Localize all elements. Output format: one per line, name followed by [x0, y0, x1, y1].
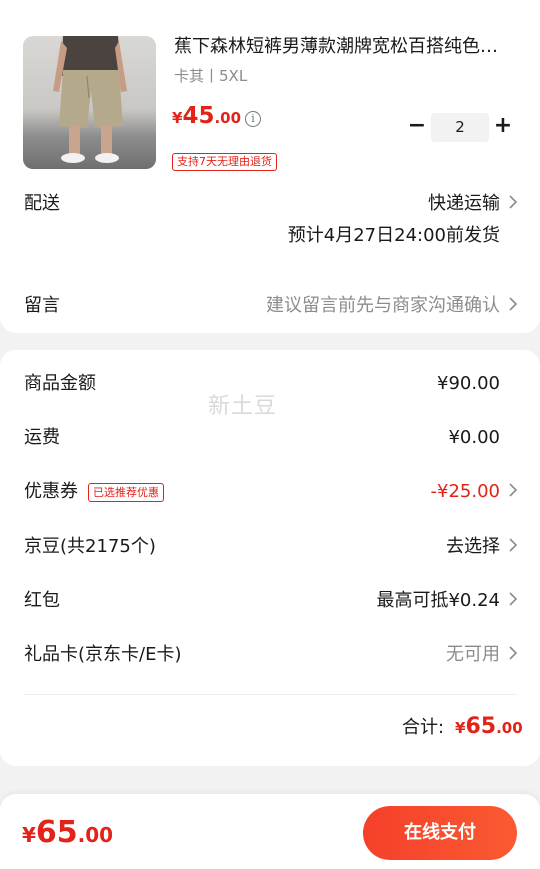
jd-beans-value[interactable]: 去选择	[446, 535, 500, 559]
coupon-label: 优惠券	[24, 481, 78, 502]
checkout-symbol: ¥	[22, 823, 36, 847]
chevron-right-icon[interactable]	[508, 483, 518, 497]
goods-amount-value: ¥90.00	[437, 373, 500, 394]
delivery-estimate: 预计4月27日24:00前发货	[287, 225, 500, 246]
red-packet-label: 红包	[24, 590, 60, 611]
total-price: ¥ 65 .00	[455, 714, 523, 739]
chevron-right-icon[interactable]	[508, 297, 518, 311]
info-icon[interactable]: i	[245, 111, 261, 127]
red-packet-value[interactable]: 最高可抵¥0.24	[376, 589, 500, 613]
delivery-label: 配送	[24, 193, 60, 214]
checkout-price: ¥ 65 .00	[22, 815, 113, 850]
price-integer: 45	[182, 103, 215, 129]
divider	[24, 694, 517, 695]
shipping-fee-label: 运费	[24, 427, 60, 448]
product-price: ¥ 45 .00	[172, 103, 241, 129]
coupon-value[interactable]: -¥25.00	[431, 480, 500, 504]
chevron-right-icon[interactable]	[508, 195, 518, 209]
total-integer: 65	[465, 714, 497, 739]
price-symbol: ¥	[172, 109, 183, 127]
message-input[interactable]: 建议留言前先与商家沟通确认	[266, 294, 500, 318]
return-policy-badge: 支持7天无理由退货	[172, 153, 277, 171]
quantity-input[interactable]: 2	[431, 113, 489, 142]
gift-card-label: 礼品卡(京东卡/E卡)	[24, 644, 182, 665]
quantity-minus-button[interactable]: −	[407, 114, 427, 138]
pay-online-button[interactable]: 在线支付	[363, 806, 517, 860]
product-card: 蕉下森林短裤男薄款潮牌宽松百搭纯色五分裤 卡其丨5XL ¥ 45 .00 i −…	[0, 0, 540, 333]
shipping-fee-value: ¥0.00	[448, 427, 500, 448]
quantity-plus-button[interactable]: +	[493, 114, 513, 138]
total-decimal: .00	[496, 719, 523, 737]
watermark: 新土豆	[208, 394, 278, 419]
total-symbol: ¥	[455, 719, 466, 737]
chevron-right-icon[interactable]	[508, 538, 518, 552]
checkout-decimal: .00	[77, 823, 114, 847]
goods-amount-label: 商品金额	[24, 373, 96, 394]
product-title[interactable]: 蕉下森林短裤男薄款潮牌宽松百搭纯色五分裤	[174, 35, 514, 59]
price-decimal: .00	[214, 109, 242, 127]
product-image[interactable]	[23, 36, 156, 169]
delivery-method[interactable]: 快递运输	[428, 192, 500, 216]
chevron-right-icon[interactable]	[508, 592, 518, 606]
coupon-recommended-badge: 已选推荐优惠	[88, 483, 164, 502]
gift-card-value[interactable]: 无可用	[446, 643, 500, 667]
checkout-integer: 65	[35, 815, 78, 850]
chevron-right-icon[interactable]	[508, 646, 518, 660]
product-spec[interactable]: 卡其丨5XL	[174, 66, 247, 86]
message-label: 留言	[24, 295, 60, 316]
jd-beans-label: 京豆(共2175个)	[24, 536, 156, 557]
total-label: 合计:	[402, 717, 445, 738]
